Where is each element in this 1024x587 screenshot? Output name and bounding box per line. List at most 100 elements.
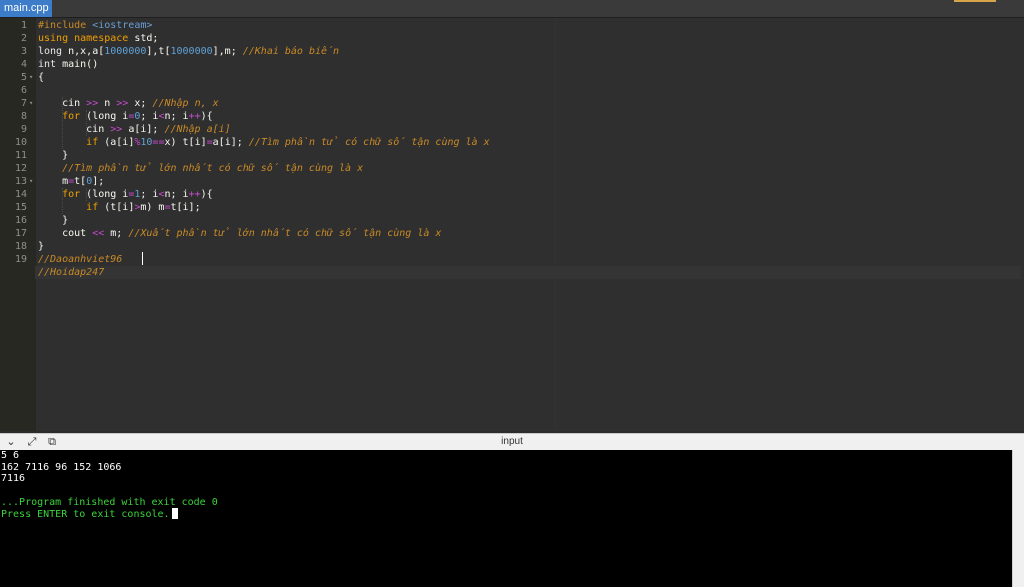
code-token: for [62,111,81,122]
code-token: } [38,241,45,252]
code-line: long n,x,a[1000000],t[1000000],m; //Khai… [38,45,339,58]
code-area[interactable]: #include <iostream> using namespace std; l… [35,18,1024,431]
code-token: m; [104,228,129,239]
code-token: ++ [188,111,201,122]
code-token: std; [134,33,159,44]
line-number: 5 [20,72,27,83]
code-line: //Daoanhviet96 [38,253,122,266]
code-token: n,x,a[ [68,46,105,57]
code-token: cout [38,228,93,239]
code-token: for [62,189,81,200]
console-scrollbar[interactable] [1012,450,1024,587]
code-token: } [38,215,69,226]
line-number-gutter: 1 2 3 4 5 ▾ 6 7 ▾ 8 9 10 11 12 13 ▾ 14 15 16 17 18 19 [0,18,36,431]
code-editor[interactable]: 1 2 3 4 5 ▾ 6 7 ▾ 8 9 10 11 12 13 ▾ 14 15 16 17 18 19 #includ… [0,18,1024,431]
code-token: //Daoanhviet96 [38,254,123,265]
line-number: 2 [20,33,27,44]
indent-guide [62,188,63,214]
code-line: } [38,214,68,227]
line-number: 15 [14,202,27,213]
fold-arrow-icon[interactable]: ▾ [29,97,33,110]
text-cursor [142,252,143,265]
code-token: n; i [164,111,189,122]
console-line: 7116 [1,473,26,485]
code-token: >> [110,124,123,135]
console-line: ...Program finished with exit code 0 [1,496,218,508]
code-line: for (long i=1; i<n; i++){ [38,188,213,201]
code-line: using namespace std; [38,32,158,45]
fold-arrow-icon[interactable]: ▾ [29,71,33,84]
code-token: cin [38,124,111,135]
code-token: ],t[ [146,46,171,57]
code-token: 10 [140,137,153,148]
code-token: //Khai báo biến [242,46,340,57]
code-token: //Nhập a[i] [164,124,231,135]
code-token: a[i]; [212,137,249,148]
code-line: cout << m; //Xuất phần tử lớn nhất có ch… [38,227,441,240]
code-token: (a[i] [98,137,135,148]
code-token: int [38,59,63,70]
line-number: 14 [14,189,27,200]
line-number: 19 [14,254,27,265]
line-number: 13 [14,176,27,187]
code-token: n; i [164,189,189,200]
code-token: << [92,228,105,239]
print-margin [555,18,556,431]
code-token: using [38,33,75,44]
code-line: if (a[i]%10==x) t[i]=a[i]; //Tìm phần tử… [38,136,490,149]
code-token: long [38,46,69,57]
code-token: //Tìm phần tử lớn nhất có chữ số tận cùn… [62,163,364,174]
line-number: 7 [20,98,27,109]
code-line: { [38,71,44,84]
code-token: a[i]; [122,124,165,135]
code-line: cin >> n >> x; //Nhập n, x [38,97,219,110]
code-line: } [38,240,44,253]
code-token: x) t[i] [164,137,207,148]
line-number: 6 [20,85,27,96]
code-token: (long i [80,111,129,122]
code-token: t[ [74,176,87,187]
code-token: main() [62,59,99,70]
code-token: t[i]; [170,202,201,213]
code-token: >> [86,98,99,109]
indent-guide [62,97,63,149]
line-number: 12 [14,163,27,174]
code-token: //Tìm phần tử có chữ số tận cùng là x [248,137,490,148]
code-token: ){ [200,189,213,200]
code-line: //Tìm phần tử lớn nhất có chữ số tận cùn… [38,162,363,175]
line-number: 4 [20,59,27,70]
tab-main-cpp[interactable]: main.cpp [0,0,52,17]
console-cursor [172,508,178,519]
tab-bar: main.cpp [0,0,1024,18]
code-token: if [86,202,99,213]
code-line: //Hoidap247 [35,266,1021,279]
code-token: namespace [74,33,135,44]
console-output[interactable]: 5 6 162 7116 96 152 1066 7116 ...Program fi… [0,450,1012,587]
console-header: ⌄ ⤢ ⧉ input [0,433,1024,450]
code-line: m=t[0]; [38,175,104,188]
code-token: ],m; [212,46,243,57]
line-number: 3 [20,46,27,57]
code-token: #include [38,20,93,31]
code-token: (t[i] [98,202,135,213]
line-number: 8 [20,111,27,122]
fold-arrow-icon[interactable]: ▾ [29,175,33,188]
code-token: n [98,98,117,109]
console-title: input [501,436,523,447]
code-token: 1000000 [104,46,147,57]
console-line: Press ENTER to exit console. [1,508,170,520]
code-token: } [38,150,69,161]
code-token: m) m [140,202,165,213]
code-line: int main() [38,58,98,71]
line-number: 18 [14,241,27,252]
code-line: cin >> a[i]; //Nhập a[i] [38,123,231,136]
indent-guide [86,188,87,201]
code-token: == [152,137,165,148]
code-token: ++ [188,189,201,200]
code-token: >> [116,98,129,109]
code-token: //Nhập n, x [152,98,219,109]
line-number: 11 [14,150,27,161]
code-token: m [38,176,69,187]
